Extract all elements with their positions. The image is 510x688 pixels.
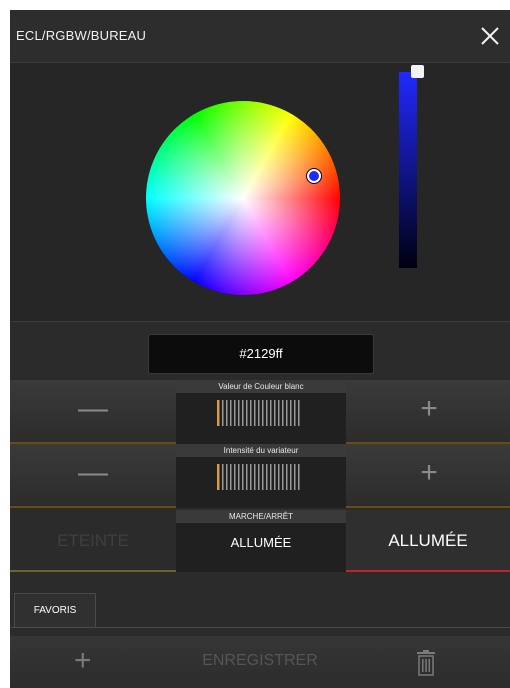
- off-button[interactable]: ETEINTE: [10, 510, 176, 572]
- color-wheel-handle[interactable]: [307, 169, 321, 183]
- dimmer-slider-marker[interactable]: [217, 464, 219, 490]
- trash-icon[interactable]: [416, 650, 436, 676]
- plus-icon: +: [420, 392, 438, 425]
- hex-value-field[interactable]: #2129ff: [148, 334, 374, 374]
- white-value-increase-button[interactable]: +: [346, 380, 510, 444]
- light-control-panel: ECL/RGBW/BUREAU #2129ff — Valeur de Coul…: [10, 10, 510, 688]
- add-favorite-button[interactable]: +: [74, 646, 92, 676]
- white-value-control: — Valeur de Couleur blanc +: [10, 380, 510, 444]
- brightness-slider[interactable]: [399, 72, 417, 268]
- dimmer-control: — Intensité du variateur +: [10, 444, 510, 508]
- dimmer-decrease-button[interactable]: —: [10, 444, 176, 508]
- save-button[interactable]: ENREGISTRER: [190, 652, 330, 670]
- white-value-display: Valeur de Couleur blanc: [176, 380, 346, 444]
- hex-row: #2129ff: [10, 322, 510, 380]
- white-value-slider-marker[interactable]: [217, 400, 219, 426]
- power-state: ALLUMÉE: [230, 535, 292, 550]
- minus-icon: —: [78, 456, 108, 489]
- white-value-label: Valeur de Couleur blanc: [176, 380, 346, 393]
- minus-icon: —: [78, 392, 108, 425]
- color-wheel[interactable]: [146, 101, 340, 295]
- favorites-section: FAVORIS: [10, 572, 510, 636]
- power-label: MARCHE/ARRÊT: [176, 510, 346, 523]
- white-value-decrease-button[interactable]: —: [10, 380, 176, 444]
- footer-toolbar: + ENREGISTRER: [10, 636, 510, 688]
- white-value-slider[interactable]: [218, 400, 302, 426]
- dimmer-display: Intensité du variateur: [176, 444, 346, 508]
- on-button[interactable]: ALLUMÉE: [346, 510, 510, 572]
- divider: [10, 627, 510, 628]
- color-picker: [10, 63, 510, 322]
- brightness-slider-handle[interactable]: [411, 65, 424, 78]
- header: ECL/RGBW/BUREAU: [10, 10, 510, 63]
- dimmer-increase-button[interactable]: +: [346, 444, 510, 508]
- plus-icon: +: [420, 456, 438, 489]
- tab-favorites[interactable]: FAVORIS: [14, 593, 96, 628]
- dimmer-label: Intensité du variateur: [176, 444, 346, 457]
- power-control: ETEINTE MARCHE/ARRÊT ALLUMÉE ALLUMÉE: [10, 510, 510, 572]
- close-icon[interactable]: [478, 24, 502, 48]
- dimmer-slider[interactable]: [218, 464, 302, 490]
- power-display: MARCHE/ARRÊT ALLUMÉE: [176, 510, 346, 572]
- page-title: ECL/RGBW/BUREAU: [16, 28, 147, 43]
